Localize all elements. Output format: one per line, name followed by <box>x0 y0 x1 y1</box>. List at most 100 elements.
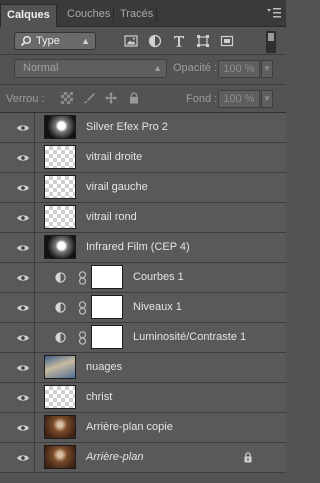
layer-thumbnail[interactable] <box>44 205 76 229</box>
shape-filter-icon[interactable] <box>196 34 210 48</box>
visibility-toggle[interactable] <box>0 203 35 232</box>
adjustment-filter-icon[interactable] <box>148 34 162 48</box>
link-chain-icon[interactable] <box>78 331 87 345</box>
visibility-toggle[interactable] <box>0 353 35 382</box>
layer-mask-thumbnail[interactable] <box>91 325 123 349</box>
layer-mask-thumbnail[interactable] <box>91 265 123 289</box>
eye-icon <box>17 213 29 221</box>
layer-name[interactable]: Arrière-plan <box>86 451 143 463</box>
lock-pixels-icon[interactable] <box>83 92 95 104</box>
tab-traces[interactable]: Tracés <box>114 4 159 26</box>
visibility-toggle[interactable] <box>0 443 35 472</box>
opacity-input[interactable]: 100 % <box>218 60 260 78</box>
visibility-toggle[interactable] <box>0 113 35 142</box>
layer-row[interactable]: nuages <box>0 353 286 383</box>
visibility-toggle[interactable] <box>0 383 35 412</box>
fill-label: Fond : <box>186 93 218 105</box>
layer-mask-thumbnail[interactable] <box>91 295 123 319</box>
tab-divider <box>156 8 157 22</box>
chevron-updown-icon: ▲ <box>153 63 162 73</box>
tab-calques[interactable]: Calques <box>0 4 57 27</box>
link-chain-icon[interactable] <box>78 301 87 315</box>
layer-row[interactable]: Infrared Film (CEP 4) <box>0 233 286 263</box>
eye-icon <box>17 393 29 401</box>
tab-couches[interactable]: Couches <box>61 4 116 26</box>
layer-row[interactable]: vitrail rond <box>0 203 286 233</box>
layer-name[interactable]: christ <box>86 391 112 403</box>
layer-name[interactable]: Luminosité/Contraste 1 <box>133 331 246 343</box>
layer-thumbnail[interactable] <box>44 175 76 199</box>
pixel-filter-icon[interactable] <box>124 34 138 48</box>
layer-thumbnail[interactable] <box>44 355 76 379</box>
visibility-toggle[interactable] <box>0 173 35 202</box>
layer-row[interactable]: vitrail droite <box>0 143 286 173</box>
layers-panel: Calques Couches Tracés Type ▲ Normal ▲ O… <box>0 0 286 483</box>
panel-tab-bar: Calques Couches Tracés <box>0 0 286 27</box>
blend-mode-select[interactable]: Normal ▲ <box>14 59 167 78</box>
eye-icon <box>17 243 29 251</box>
visibility-toggle[interactable] <box>0 233 35 262</box>
layer-thumbnail[interactable] <box>44 115 76 139</box>
adjustment-layer-icon <box>55 272 66 283</box>
filter-toggle-switch[interactable] <box>266 31 276 53</box>
fill-dropdown-icon[interactable]: ▼ <box>261 90 273 108</box>
layer-row[interactable]: Courbes 1 <box>0 263 286 293</box>
link-chain-icon[interactable] <box>78 271 87 285</box>
eye-icon <box>17 273 29 281</box>
lock-label: Verrou : <box>6 93 45 105</box>
filter-kind-label: Type <box>36 35 60 47</box>
layers-list: Silver Efex Pro 2 vitrail droite virail ga… <box>0 113 286 473</box>
layer-thumbnail[interactable] <box>44 385 76 409</box>
eye-icon <box>17 333 29 341</box>
eye-icon <box>17 123 29 131</box>
layer-name[interactable]: vitrail rond <box>86 211 137 223</box>
layer-thumbnail[interactable] <box>44 415 76 439</box>
layer-name[interactable]: Niveaux 1 <box>133 301 182 313</box>
layer-name[interactable]: nuages <box>86 361 122 373</box>
layer-row[interactable]: Arrière-plan copie <box>0 413 286 443</box>
layer-name[interactable]: Arrière-plan copie <box>86 421 173 433</box>
smart-object-filter-icon[interactable] <box>220 34 234 48</box>
lock-position-icon[interactable] <box>105 92 117 104</box>
divider <box>0 84 286 85</box>
opacity-label: Opacité : <box>173 62 218 74</box>
layer-name[interactable]: Silver Efex Pro 2 <box>86 121 168 133</box>
lock-icon <box>243 452 253 463</box>
layer-thumbnail[interactable] <box>44 445 76 469</box>
search-icon <box>20 35 32 52</box>
eye-icon <box>17 423 29 431</box>
eye-icon <box>17 453 29 461</box>
eye-icon <box>17 303 29 311</box>
layer-row[interactable]: virail gauche <box>0 173 286 203</box>
eye-icon <box>17 183 29 191</box>
panel-menu-icon[interactable] <box>266 7 282 19</box>
layer-name[interactable]: vitrail droite <box>86 151 142 163</box>
lock-all-icon[interactable] <box>128 92 140 104</box>
adjustment-layer-icon <box>55 302 66 313</box>
blend-mode-value: Normal <box>23 62 59 74</box>
visibility-toggle[interactable] <box>0 323 35 352</box>
fill-input[interactable]: 100 % <box>218 90 260 108</box>
layer-row[interactable]: Silver Efex Pro 2 <box>0 113 286 143</box>
layer-row[interactable]: Niveaux 1 <box>0 293 286 323</box>
divider <box>0 54 286 55</box>
layer-row[interactable]: Arrière-plan <box>0 443 286 473</box>
eye-icon <box>17 363 29 371</box>
layer-name[interactable]: Courbes 1 <box>133 271 184 283</box>
visibility-toggle[interactable] <box>0 293 35 322</box>
layer-row[interactable]: christ <box>0 383 286 413</box>
visibility-toggle[interactable] <box>0 413 35 442</box>
layer-row[interactable]: Luminosité/Contraste 1 <box>0 323 286 353</box>
layer-name[interactable]: Infrared Film (CEP 4) <box>86 241 190 253</box>
layer-filter-select[interactable]: Type ▲ <box>14 32 96 50</box>
visibility-toggle[interactable] <box>0 263 35 292</box>
lock-transparency-icon[interactable] <box>61 92 73 104</box>
opacity-dropdown-icon[interactable]: ▼ <box>261 60 273 78</box>
eye-icon <box>17 153 29 161</box>
chevron-updown-icon: ▲ <box>81 36 90 46</box>
type-filter-icon[interactable] <box>172 34 186 48</box>
visibility-toggle[interactable] <box>0 143 35 172</box>
layer-thumbnail[interactable] <box>44 235 76 259</box>
layer-thumbnail[interactable] <box>44 145 76 169</box>
layer-name[interactable]: virail gauche <box>86 181 148 193</box>
